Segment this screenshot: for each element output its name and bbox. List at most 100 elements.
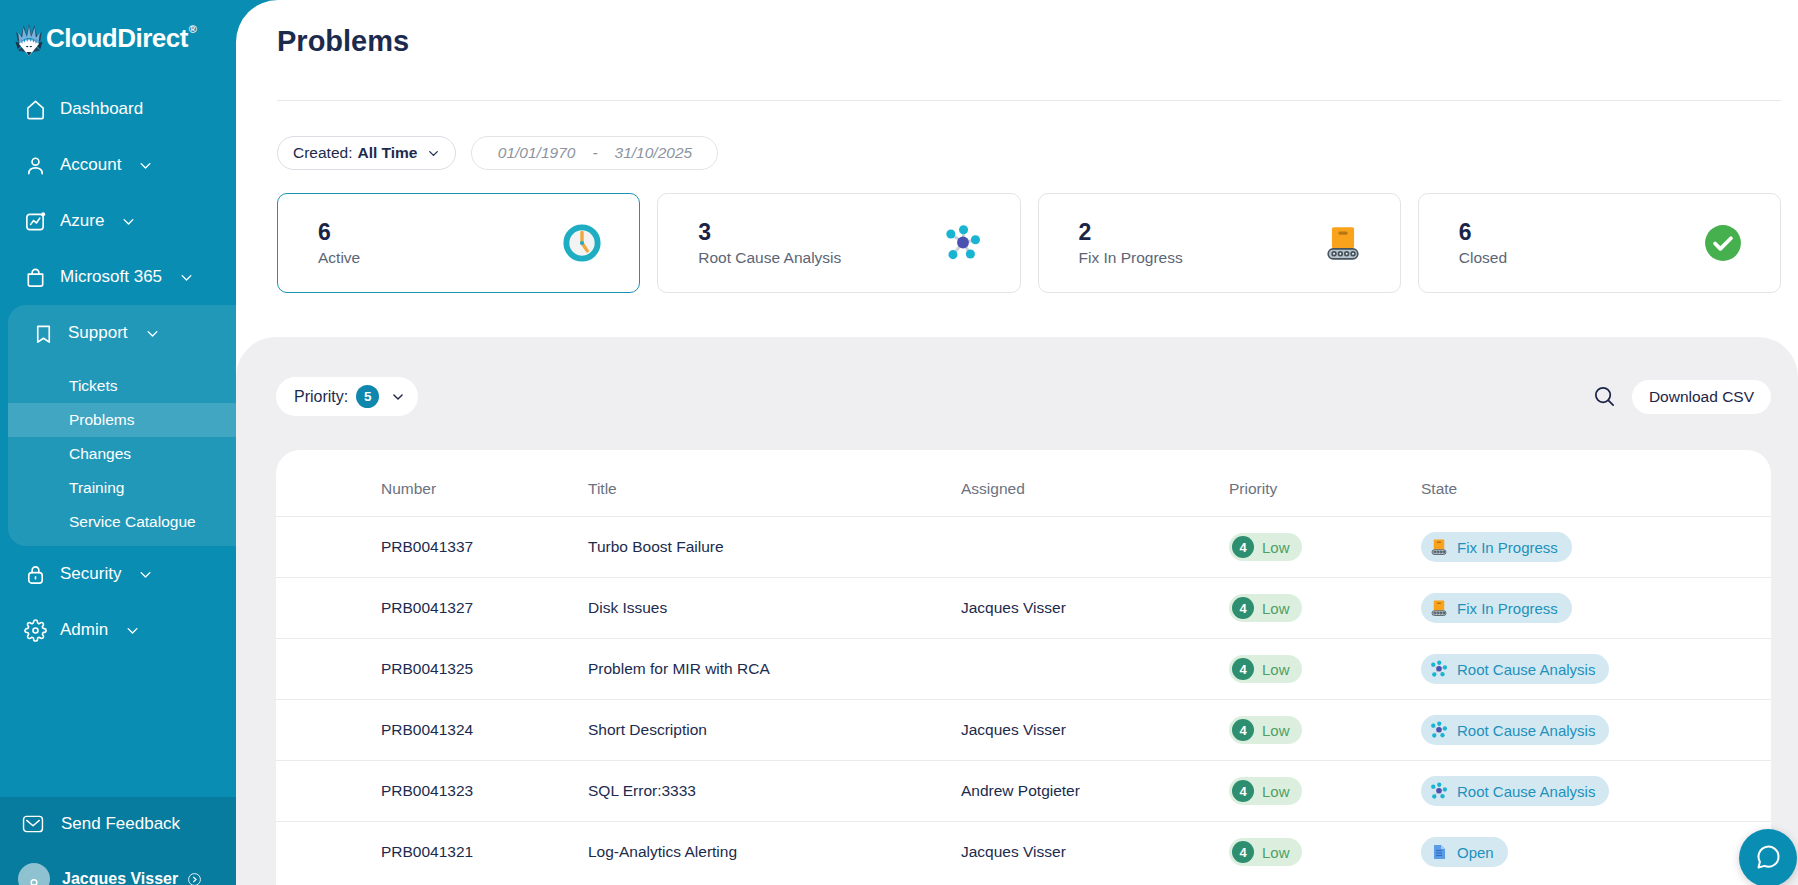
stat-card-root-cause-analysis[interactable]: 3 Root Cause Analysis bbox=[657, 193, 1020, 293]
state-label: Fix In Progress bbox=[1457, 539, 1558, 556]
sidebar-subitem-tickets[interactable]: Tickets bbox=[8, 369, 236, 403]
sidebar-item-dashboard[interactable]: Dashboard bbox=[0, 81, 236, 137]
table-row[interactable]: PRB0041325Problem for MIR with RCA4LowRo… bbox=[276, 638, 1771, 699]
chevron-right-circle-icon[interactable] bbox=[187, 872, 202, 885]
gear-icon bbox=[24, 619, 47, 642]
sidebar-item-azure[interactable]: Azure bbox=[0, 193, 236, 249]
cell-number: PRB0041321 bbox=[381, 843, 588, 861]
main-content: Problems Created: All Time 01/01/1970 - … bbox=[236, 0, 1798, 885]
sidebar-nav: Dashboard Account Azure Microsoft 365 bbox=[0, 81, 236, 658]
table-header: Number Title Assigned Priority State bbox=[276, 450, 1771, 516]
stat-cards: 6 Active 3 Root Cause Analysis bbox=[277, 193, 1781, 293]
state-badge: Root Cause Analysis bbox=[1421, 776, 1609, 806]
sidebar-subitem-changes[interactable]: Changes bbox=[8, 437, 236, 471]
column-header-assigned: Assigned bbox=[961, 480, 1229, 498]
stat-card-fix-in-progress[interactable]: 2 Fix In Progress bbox=[1038, 193, 1401, 293]
subitem-label: Problems bbox=[69, 411, 134, 429]
table-row[interactable]: PRB0041323SQL Error:3333Andrew Potgieter… bbox=[276, 760, 1771, 821]
sidebar-item-account[interactable]: Account bbox=[0, 137, 236, 193]
stat-card-closed[interactable]: 6 Closed bbox=[1418, 193, 1781, 293]
table-row[interactable]: PRB0041321Log-Analytics AlertingJacques … bbox=[276, 821, 1771, 882]
priority-filter-dropdown[interactable]: Priority: 5 bbox=[276, 377, 418, 416]
avatar bbox=[18, 863, 50, 885]
cell-state: Fix In Progress bbox=[1421, 593, 1771, 623]
priority-level: 4 bbox=[1232, 780, 1254, 802]
sidebar-subitem-service-catalogue[interactable]: Service Catalogue bbox=[8, 505, 236, 539]
molecule-icon bbox=[944, 224, 982, 262]
cell-priority: 4Low bbox=[1229, 594, 1421, 622]
sidebar-item-support[interactable]: Support bbox=[8, 305, 236, 361]
document-icon bbox=[1430, 843, 1448, 861]
cell-priority: 4Low bbox=[1229, 655, 1421, 683]
sidebar-item-label: Account bbox=[60, 155, 121, 175]
created-filter-label: Created: bbox=[293, 144, 352, 162]
cell-title: Log-Analytics Alerting bbox=[588, 843, 961, 861]
cell-priority: 4Low bbox=[1229, 716, 1421, 744]
priority-badge: 4Low bbox=[1229, 594, 1302, 622]
cell-number: PRB0041337 bbox=[381, 538, 588, 556]
sidebar-item-label: Microsoft 365 bbox=[60, 267, 162, 287]
sidebar-item-label: Dashboard bbox=[60, 99, 143, 119]
table-row[interactable]: PRB0041327Disk IssuesJacques Visser4LowF… bbox=[276, 577, 1771, 638]
priority-count-badge: 5 bbox=[356, 385, 379, 408]
sidebar-group-support: Support Tickets Problems Changes Trainin… bbox=[8, 305, 236, 546]
cell-state: Open bbox=[1421, 837, 1771, 867]
state-label: Root Cause Analysis bbox=[1457, 722, 1595, 739]
subitem-label: Training bbox=[69, 479, 124, 497]
clock-icon bbox=[563, 224, 601, 262]
stat-card-active[interactable]: 6 Active bbox=[277, 193, 640, 293]
cell-state: Root Cause Analysis bbox=[1421, 776, 1771, 806]
state-badge: Root Cause Analysis bbox=[1421, 654, 1609, 684]
sidebar-subitem-training[interactable]: Training bbox=[8, 471, 236, 505]
sidebar-item-microsoft365[interactable]: Microsoft 365 bbox=[0, 249, 236, 305]
state-badge: Root Cause Analysis bbox=[1421, 715, 1609, 745]
created-filter-value: All Time bbox=[357, 144, 417, 162]
priority-label: Low bbox=[1262, 783, 1290, 800]
stat-value: 3 bbox=[698, 219, 841, 245]
stat-value: 6 bbox=[318, 219, 360, 245]
date-range-input[interactable]: 01/01/1970 - 31/10/2025 bbox=[471, 136, 718, 170]
conveyor-icon bbox=[1430, 538, 1448, 556]
cell-assigned: Jacques Visser bbox=[961, 599, 1229, 617]
search-button[interactable] bbox=[1592, 384, 1617, 409]
cell-priority: 4Low bbox=[1229, 533, 1421, 561]
send-feedback-button[interactable]: Send Feedback bbox=[0, 812, 236, 836]
conveyor-icon bbox=[1430, 599, 1448, 617]
chevron-down-icon bbox=[179, 270, 194, 285]
column-header-title: Title bbox=[588, 480, 961, 498]
priority-badge: 4Low bbox=[1229, 838, 1302, 866]
table-row[interactable]: PRB0041337Turbo Boost Failure 4Low Fix In … bbox=[276, 516, 1771, 577]
state-badge: Fix In Progress bbox=[1421, 532, 1572, 562]
stat-label: Fix In Progress bbox=[1079, 249, 1183, 267]
brand-logo[interactable]: CloudDirect ® bbox=[0, 0, 236, 64]
table-body: PRB0041337Turbo Boost Failure4LowFix In … bbox=[276, 516, 1771, 882]
sidebar-item-label: Azure bbox=[60, 211, 104, 231]
priority-label: Low bbox=[1262, 661, 1290, 678]
priority-badge: 4Low bbox=[1229, 655, 1302, 683]
cell-number: PRB0041324 bbox=[381, 721, 588, 739]
cell-number: PRB0041327 bbox=[381, 599, 588, 617]
table-row[interactable]: PRB0041324Short DescriptionJacques Visse… bbox=[276, 699, 1771, 760]
priority-label: Low bbox=[1262, 722, 1290, 739]
stat-label: Root Cause Analysis bbox=[698, 249, 841, 267]
filter-row: Created: All Time 01/01/1970 - 31/10/202… bbox=[277, 136, 1781, 170]
state-label: Root Cause Analysis bbox=[1457, 783, 1595, 800]
priority-level: 4 bbox=[1232, 536, 1254, 558]
hedgehog-icon bbox=[14, 21, 44, 58]
sidebar-item-security[interactable]: Security bbox=[0, 546, 236, 602]
user-menu[interactable]: Jacques Visser bbox=[0, 863, 236, 885]
chevron-down-icon bbox=[391, 390, 405, 404]
sidebar-item-admin[interactable]: Admin bbox=[0, 602, 236, 658]
cell-title: Turbo Boost Failure bbox=[588, 538, 961, 556]
person-icon bbox=[24, 875, 44, 885]
cell-state: Fix In Progress bbox=[1421, 532, 1771, 562]
check-circle-icon bbox=[1704, 224, 1742, 262]
sidebar-item-label: Support bbox=[68, 323, 128, 343]
chart-icon bbox=[24, 210, 47, 233]
sidebar-subitem-problems[interactable]: Problems bbox=[8, 403, 236, 437]
created-filter-dropdown[interactable]: Created: All Time bbox=[277, 136, 456, 170]
download-csv-button[interactable]: Download CSV bbox=[1632, 380, 1771, 414]
state-label: Fix In Progress bbox=[1457, 600, 1558, 617]
molecule-icon bbox=[1430, 782, 1448, 800]
chat-button[interactable] bbox=[1739, 829, 1797, 885]
